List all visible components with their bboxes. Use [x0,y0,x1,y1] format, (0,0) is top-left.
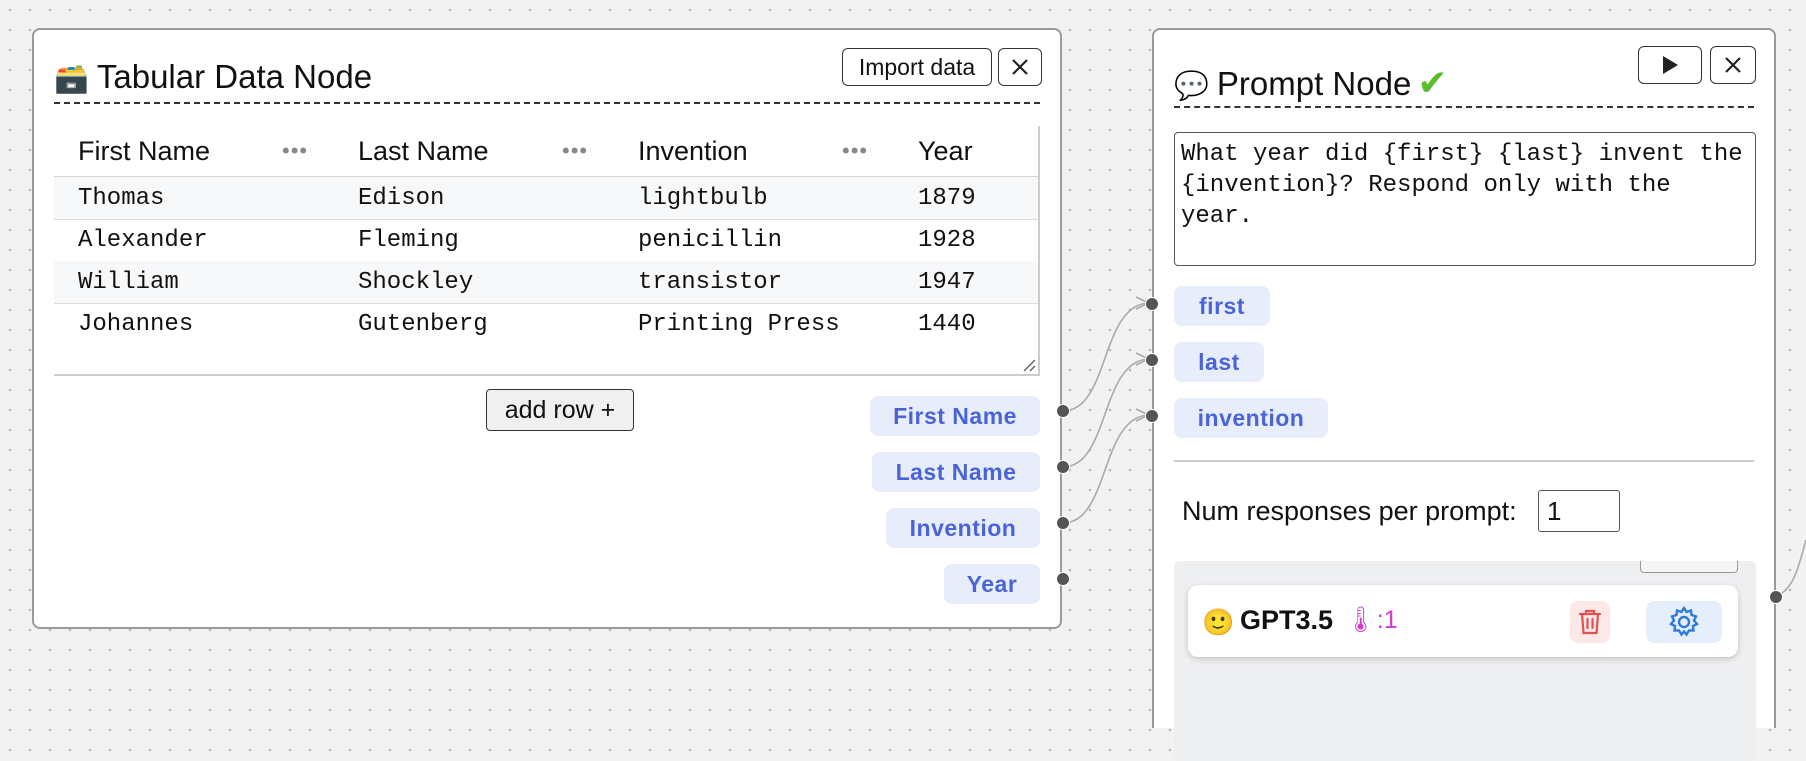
prompt-textarea[interactable]: What year did {first} {last} invent the … [1174,132,1756,266]
table-cell[interactable]: William [78,269,179,296]
divider [1174,460,1754,462]
model-settings-button[interactable] [1646,601,1722,643]
gear-icon [1669,605,1699,637]
table-row[interactable]: Johannes Gutenberg Printing Press 1440 [54,303,1038,345]
output-handle-last-name[interactable] [1056,460,1070,474]
table-cell[interactable]: Gutenberg [358,311,488,338]
trash-icon [1578,609,1602,635]
table-cell[interactable]: penicillin [638,227,782,254]
output-pill-last-name: Last Name [872,452,1040,492]
run-button[interactable] [1638,46,1702,84]
input-handle-invention[interactable] [1145,409,1159,423]
resize-grip-icon[interactable] [1022,358,1036,372]
table-cell[interactable]: Johannes [78,311,193,338]
output-handle-prompt[interactable] [1769,590,1783,604]
output-pill-year: Year [944,564,1040,604]
table-cell[interactable]: 1879 [918,185,976,212]
table-cell[interactable]: 1947 [918,269,976,296]
edge-last [1062,358,1151,468]
column-menu-invention[interactable]: ••• [842,138,868,164]
close-icon [1725,57,1741,73]
file-box-icon: 🗃️ [54,63,89,94]
add-row-button[interactable]: add row + [486,389,634,431]
table-cell[interactable]: Shockley [358,269,473,296]
table-row[interactable]: Alexander Fleming penicillin 1928 [54,219,1038,262]
temperature-indicator: 🌡:1 [1345,606,1398,634]
num-responses-input[interactable] [1538,490,1620,532]
input-pill-last: last [1174,342,1264,382]
output-handle-first-name[interactable] [1056,404,1070,418]
output-pill-invention: Invention [886,508,1040,548]
close-icon [1012,59,1028,75]
node-title: 💬 Prompt Node ✔ [1174,62,1448,103]
table-cell[interactable]: 1440 [918,311,976,338]
table-header: First Name ••• Last Name ••• Invention •… [54,126,1038,177]
thermometer-icon: 🌡 [1345,606,1377,634]
table-cell[interactable]: lightbulb [638,185,768,212]
column-header-first-name[interactable]: First Name [78,136,210,167]
add-model-button[interactable] [1640,561,1738,573]
table-cell[interactable]: transistor [638,269,782,296]
column-menu-first-name[interactable]: ••• [282,138,308,164]
check-icon: ✔ [1417,62,1448,103]
model-list-area: 🙂 GPT3.5 🌡:1 [1174,561,1756,761]
output-handle-invention[interactable] [1056,516,1070,530]
import-data-button[interactable]: Import data [842,48,992,86]
table-row[interactable]: Thomas Edison lightbulb 1879 [54,177,1038,220]
smiley-icon: 🙂 [1202,607,1235,637]
column-header-invention[interactable]: Invention [638,136,748,167]
table-cell[interactable]: 1928 [918,227,976,254]
edge-prompt-out [1775,539,1806,597]
close-node-button[interactable] [998,48,1042,86]
table-cell[interactable]: Fleming [358,227,459,254]
column-menu-last-name[interactable]: ••• [562,138,588,164]
edge-first [1062,302,1151,412]
table-cell[interactable]: Printing Press [638,311,840,338]
column-header-last-name[interactable]: Last Name [358,136,489,167]
input-handle-last[interactable] [1145,353,1159,367]
input-handle-first[interactable] [1145,297,1159,311]
node-title: 🗃️ Tabular Data Node [54,58,373,95]
model-name: GPT3.5 [1240,605,1334,635]
table-cell[interactable]: Thomas [78,185,164,212]
input-pill-invention: invention [1174,398,1328,438]
column-header-year[interactable]: Year [918,136,973,167]
table-row[interactable]: William Shockley transistor 1947 [54,261,1038,304]
edge-invention [1062,414,1151,524]
table-cell[interactable]: Alexander [78,227,208,254]
delete-model-button[interactable] [1570,601,1610,643]
output-handle-year[interactable] [1056,572,1070,586]
data-table[interactable]: First Name ••• Last Name ••• Invention •… [54,126,1040,376]
output-pill-first-name: First Name [870,396,1040,436]
input-pill-first: first [1174,286,1270,326]
speech-bubble-icon: 💬 [1174,70,1209,101]
tabular-data-node[interactable]: 🗃️ Tabular Data Node Import data First Na… [32,28,1062,629]
num-responses-label: Num responses per prompt: [1182,496,1517,526]
model-card[interactable]: 🙂 GPT3.5 🌡:1 [1188,585,1738,657]
table-cell[interactable]: Edison [358,185,444,212]
close-node-button[interactable] [1710,46,1756,84]
prompt-node[interactable]: 💬 Prompt Node ✔ What year did {first} {las… [1152,28,1776,761]
play-icon [1663,56,1678,74]
